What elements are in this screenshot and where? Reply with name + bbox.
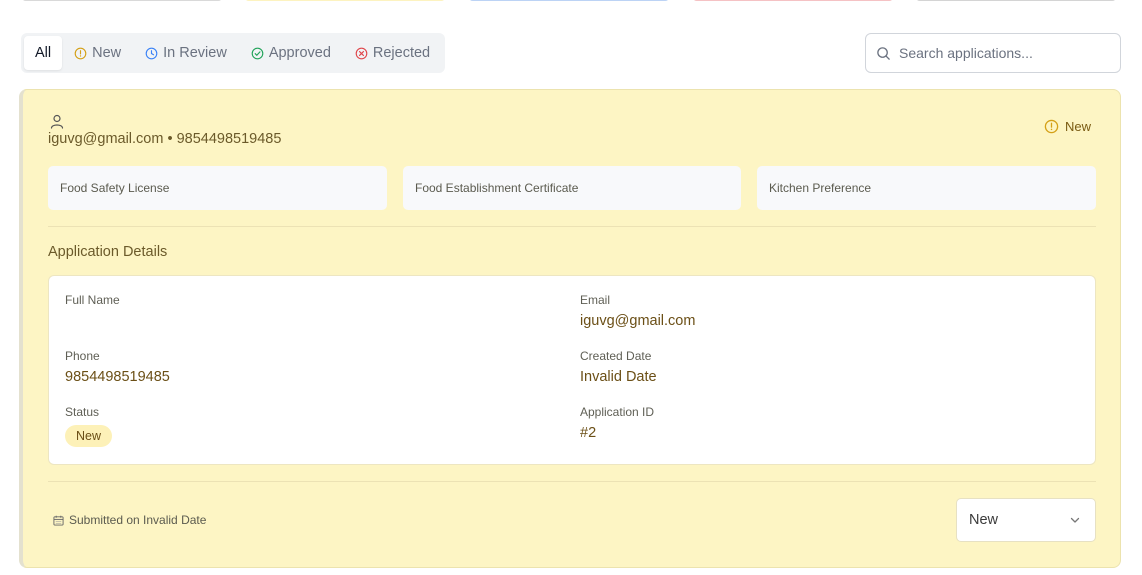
submitted-info: Submitted on Invalid Date bbox=[53, 513, 206, 527]
field-value: #2 bbox=[580, 425, 597, 441]
tab-label: New bbox=[92, 45, 122, 61]
field-label: Application ID bbox=[580, 405, 655, 419]
tab-label: In Review bbox=[163, 45, 227, 61]
clock-icon bbox=[145, 47, 158, 59]
application-details-panel: Full Name Email iguvg@gmail.com Phone 98… bbox=[48, 275, 1096, 465]
tab-all[interactable]: All bbox=[24, 36, 63, 70]
status-badge: New bbox=[65, 425, 113, 447]
document-food-safety-license[interactable]: Food Safety License bbox=[48, 166, 387, 210]
field-label: Email bbox=[580, 293, 611, 307]
summary-card bbox=[245, 0, 445, 1]
status-field: Status New bbox=[65, 405, 113, 447]
documents-row: Food Safety License Food Establishment C… bbox=[48, 166, 1096, 210]
field-label: Status bbox=[65, 405, 100, 419]
tab-new[interactable]: New bbox=[62, 36, 133, 70]
status-indicator: New bbox=[1044, 119, 1091, 134]
alert-circle-icon bbox=[1044, 119, 1059, 134]
field-label: Created Date bbox=[580, 349, 652, 363]
x-circle-icon bbox=[355, 47, 368, 59]
field-label: Phone bbox=[65, 349, 100, 363]
tab-in-review[interactable]: In Review bbox=[133, 36, 239, 70]
applicant-contact: iguvg@gmail.com • 9854498519485 bbox=[48, 131, 282, 147]
tab-label: Approved bbox=[268, 45, 331, 61]
field-label: Full Name bbox=[65, 293, 120, 307]
divider bbox=[48, 226, 1096, 227]
divider bbox=[48, 481, 1096, 482]
status-select-value: New bbox=[969, 512, 999, 528]
chevron-down-icon bbox=[1070, 517, 1080, 523]
email-field: Email iguvg@gmail.com bbox=[580, 293, 695, 329]
user-icon bbox=[50, 114, 64, 129]
summary-cards-strip bbox=[0, 0, 1142, 4]
document-food-establishment-certificate[interactable]: Food Establishment Certificate bbox=[403, 166, 741, 210]
status-select[interactable]: New bbox=[956, 498, 1096, 542]
status-label: New bbox=[1064, 119, 1091, 134]
phone-field: Phone 9854498519485 bbox=[65, 349, 170, 385]
search-input[interactable] bbox=[899, 45, 1109, 61]
tab-rejected[interactable]: Rejected bbox=[343, 36, 442, 70]
summary-card bbox=[469, 0, 669, 1]
summary-card bbox=[693, 0, 893, 1]
search-icon bbox=[877, 46, 890, 60]
document-kitchen-preference[interactable]: Kitchen Preference bbox=[757, 166, 1096, 210]
tab-label: Rejected bbox=[372, 45, 431, 61]
search-box bbox=[865, 33, 1121, 73]
created-date-field: Created Date Invalid Date bbox=[580, 349, 657, 385]
summary-card bbox=[22, 0, 222, 1]
check-circle-icon bbox=[251, 47, 264, 59]
calendar-icon bbox=[53, 515, 64, 526]
status-filter-tabs: All New In Review Approved Rejected bbox=[21, 33, 446, 73]
tab-label: All bbox=[35, 45, 52, 61]
summary-card bbox=[916, 0, 1116, 1]
alert-circle-icon bbox=[74, 47, 87, 59]
submitted-text: Submitted on Invalid Date bbox=[69, 513, 207, 527]
full-name-field: Full Name bbox=[65, 293, 120, 313]
tab-approved[interactable]: Approved bbox=[239, 36, 343, 70]
field-value: iguvg@gmail.com bbox=[580, 313, 696, 329]
application-id-field: Application ID #2 bbox=[580, 405, 654, 441]
application-card: iguvg@gmail.com • 9854498519485 New Food… bbox=[19, 89, 1121, 568]
field-value: 9854498519485 bbox=[65, 369, 170, 385]
field-value: Invalid Date bbox=[580, 369, 657, 385]
section-title: Application Details bbox=[48, 244, 168, 260]
